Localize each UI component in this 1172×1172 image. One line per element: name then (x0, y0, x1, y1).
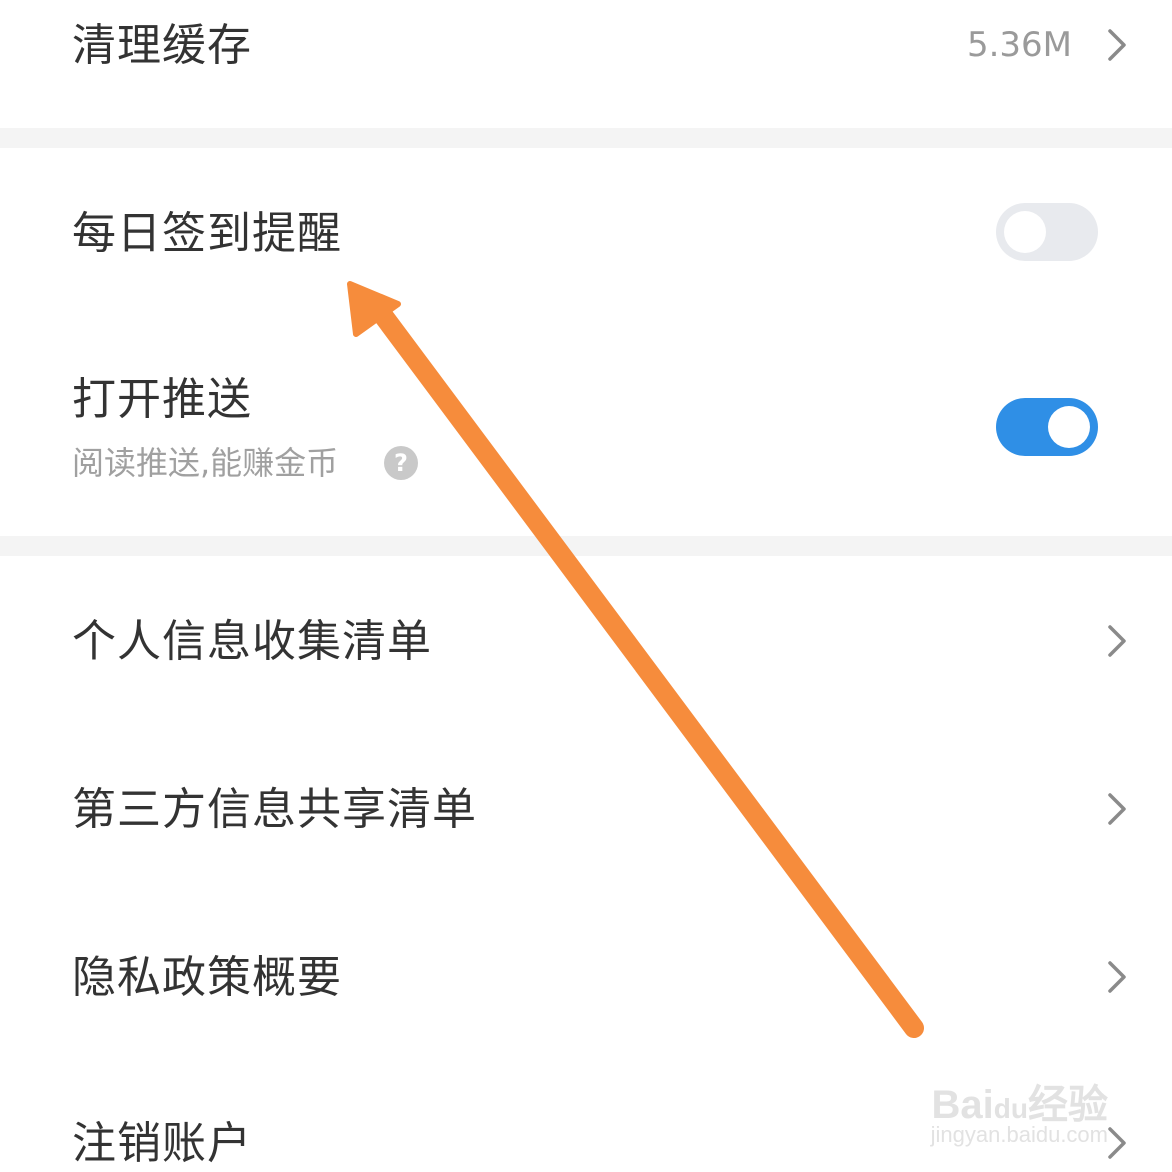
watermark-cn: 经验 (1028, 1083, 1108, 1127)
push-sublabel: 阅读推送,能赚金币 (72, 444, 339, 482)
push-label: 打开推送 (72, 374, 252, 425)
toggle-knob (1048, 406, 1090, 448)
toggle-knob (1004, 211, 1046, 253)
section-divider (0, 536, 1172, 556)
question-icon[interactable]: ? (384, 446, 418, 480)
clear-cache-label: 清理缓存 (72, 20, 252, 71)
push-toggle[interactable] (996, 398, 1098, 456)
privacy-label: 隐私政策概要 (72, 952, 342, 1003)
chevron-right-icon (1108, 625, 1126, 657)
section-divider (0, 128, 1172, 148)
daily-checkin-row: 每日签到提醒 (0, 148, 1172, 320)
push-row: 打开推送 阅读推送,能赚金币 ? (0, 320, 1172, 536)
chevron-right-icon (1108, 29, 1126, 61)
personal-info-row[interactable]: 个人信息收集清单 (0, 556, 1172, 724)
third-party-row[interactable]: 第三方信息共享清单 (0, 724, 1172, 892)
third-party-label: 第三方信息共享清单 (72, 784, 477, 835)
daily-checkin-label: 每日签到提醒 (72, 208, 342, 259)
cancel-account-label: 注销账户 (72, 1118, 252, 1169)
watermark-brand: Bai (931, 1083, 994, 1127)
watermark-url: jingyan.baidu.com (930, 1122, 1108, 1147)
privacy-row[interactable]: 隐私政策概要 (0, 892, 1172, 1060)
chevron-right-icon (1108, 793, 1126, 825)
chevron-right-icon (1108, 1127, 1126, 1159)
chevron-right-icon (1108, 961, 1126, 993)
paw-icon: du (993, 1093, 1028, 1124)
cache-size-value: 5.36M (966, 25, 1072, 65)
clear-cache-row[interactable]: 清理缓存 5.36M (0, 0, 1172, 128)
daily-checkin-toggle[interactable] (996, 203, 1098, 261)
personal-info-label: 个人信息收集清单 (72, 616, 432, 667)
